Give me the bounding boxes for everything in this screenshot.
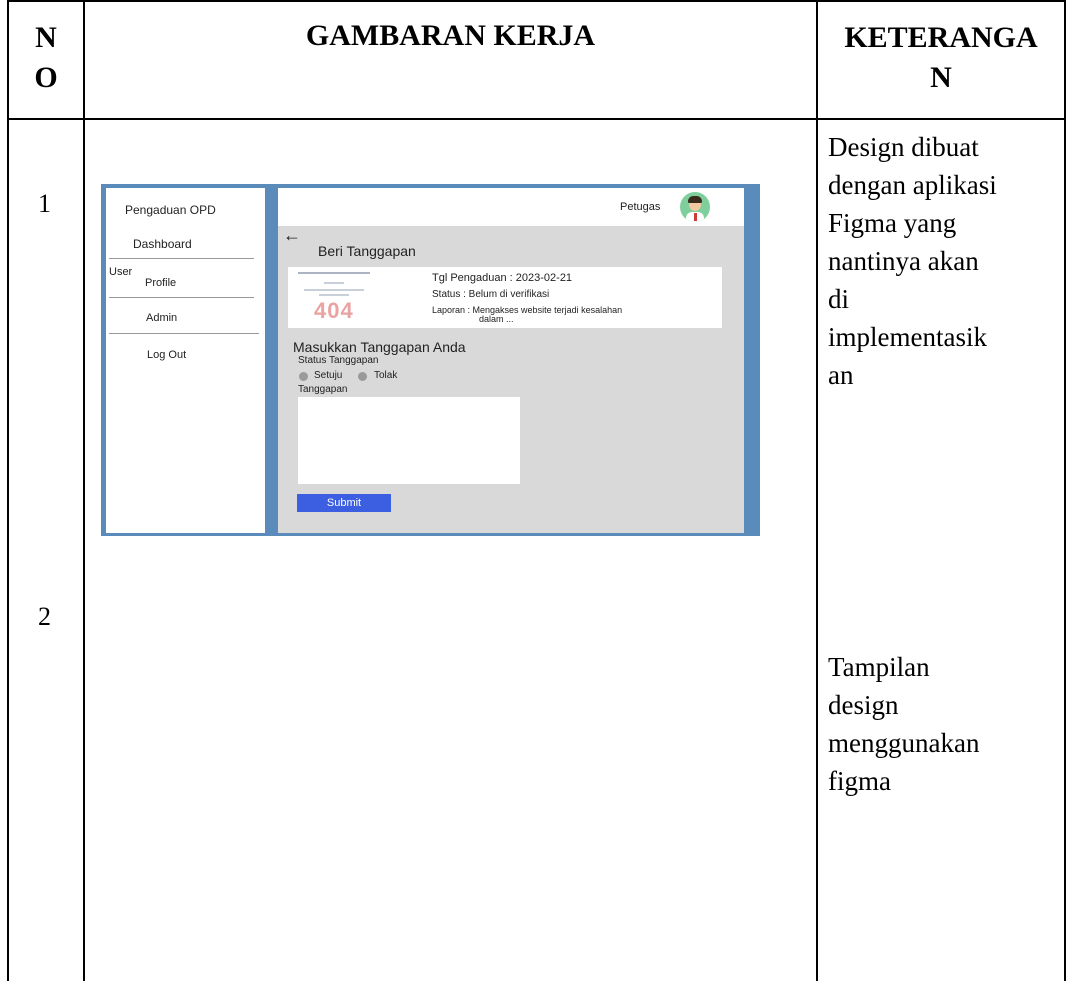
- error-404-text: 404: [314, 298, 354, 323]
- user-avatar-icon[interactable]: [680, 192, 710, 222]
- thumb-line: [319, 294, 349, 296]
- table-border-top: [7, 0, 1066, 2]
- desc-line: Design dibuat: [828, 132, 979, 162]
- radio-tolak[interactable]: [358, 372, 367, 381]
- tanggapan-label: Tanggapan: [298, 384, 348, 395]
- complaint-date: Tgl Pengaduan : 2023-02-21: [432, 272, 573, 284]
- sidebar: Pengaduan OPD Dashboard User Profile Adm…: [106, 188, 265, 533]
- thumb-line: [324, 282, 344, 284]
- avatar-tie: [694, 213, 697, 221]
- submit-button[interactable]: Submit: [297, 494, 391, 512]
- sidebar-item-logout[interactable]: Log Out: [147, 349, 186, 361]
- sidebar-item-user[interactable]: User: [109, 266, 132, 278]
- header-keterangan: KETERANGA N: [818, 18, 1064, 98]
- radio-tolak-label: Tolak: [374, 370, 398, 381]
- row-1-description: Design dibuat dengan aplikasi Figma yang…: [828, 128, 997, 394]
- user-role-label: Petugas: [620, 201, 661, 213]
- table-border-col2: [816, 0, 818, 981]
- header-keterangan-line1: KETERANGA: [844, 21, 1038, 54]
- figma-mockup: Pengaduan OPD Dashboard User Profile Adm…: [101, 184, 760, 536]
- table-border-left: [7, 0, 9, 981]
- top-bar: Petugas: [278, 188, 744, 226]
- sidebar-divider: [109, 297, 254, 298]
- sidebar-item-dashboard[interactable]: Dashboard: [133, 237, 192, 251]
- table-border-col1: [83, 0, 85, 981]
- table-header-divider: [7, 118, 1066, 120]
- complaint-thumbnail: 404: [294, 270, 374, 324]
- desc-line: Figma yang: [828, 208, 957, 238]
- complaint-report-cont: dalam ...: [479, 314, 514, 324]
- desc-line: an: [828, 360, 854, 390]
- desc-line: nantinya akan: [828, 246, 979, 276]
- desc-line: design: [828, 690, 899, 720]
- complaint-report: Laporan : Mengakses website terjadi kesa…: [432, 305, 623, 315]
- desc-line: menggunakan: [828, 728, 980, 758]
- sidebar-app-title: Pengaduan OPD: [125, 203, 216, 217]
- page-title: Beri Tanggapan: [318, 243, 416, 259]
- sidebar-item-profile[interactable]: Profile: [145, 277, 176, 289]
- desc-line: figma: [828, 766, 891, 796]
- header-no-line1: N: [35, 21, 57, 54]
- desc-line: Tampilan: [828, 652, 930, 682]
- row-2-description: Tampilan design menggunakan figma: [828, 648, 979, 800]
- thumb-line: [304, 289, 364, 291]
- form-section-title: Masukkan Tanggapan Anda: [293, 339, 466, 355]
- back-arrow-icon[interactable]: ←: [283, 226, 301, 244]
- complaint-status: Status : Belum di verifikasi: [432, 289, 550, 300]
- sidebar-divider: [109, 258, 254, 259]
- header-no: N O: [9, 18, 83, 98]
- row-1-number: 1: [38, 189, 51, 218]
- main-content: ← Beri Tanggapan 404 Tgl Pengaduan : 202…: [278, 226, 744, 533]
- complaint-card[interactable]: 404 Tgl Pengaduan : 2023-02-21 Status : …: [288, 267, 722, 328]
- sidebar-divider: [109, 333, 259, 334]
- desc-line: di: [828, 284, 850, 314]
- avatar-hair: [688, 196, 702, 203]
- desc-line: implementasik: [828, 322, 987, 352]
- status-tanggapan-label: Status Tanggapan: [298, 355, 379, 366]
- row-2-number: 2: [38, 602, 51, 631]
- tanggapan-textarea[interactable]: [298, 397, 520, 484]
- desc-line: dengan aplikasi: [828, 170, 997, 200]
- sidebar-item-admin[interactable]: Admin: [146, 312, 177, 324]
- header-keterangan-line2: N: [930, 61, 952, 94]
- radio-setuju-label: Setuju: [314, 370, 343, 381]
- header-no-line2: O: [34, 61, 58, 94]
- header-gambaran: GAMBARAN KERJA: [305, 19, 596, 52]
- thumb-line: [298, 272, 370, 274]
- radio-setuju[interactable]: [299, 372, 308, 381]
